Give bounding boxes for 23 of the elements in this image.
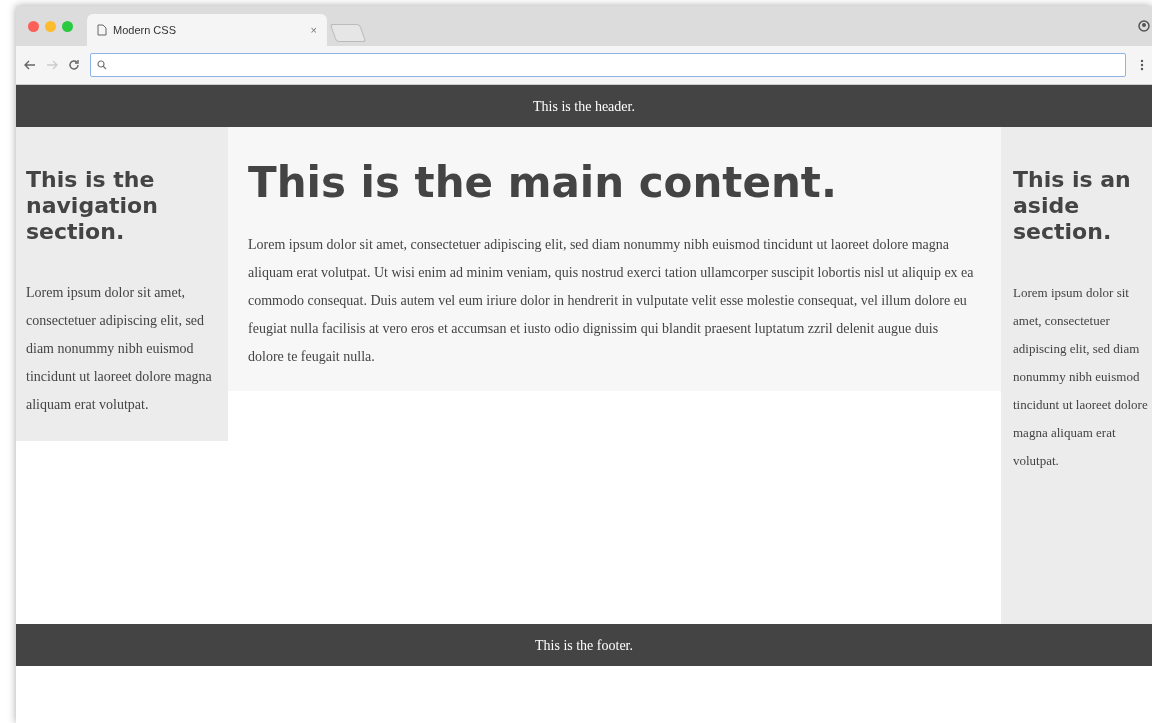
reload-icon[interactable] [68, 59, 80, 71]
page-footer: This is the footer. [16, 624, 1152, 666]
nav-heading: This is the navigation section. [26, 167, 159, 245]
minimize-window-icon[interactable] [45, 20, 56, 32]
main-heading: This is the main content. [248, 157, 838, 209]
aside-heading: This is an aside section. [1013, 167, 1132, 245]
search-icon [97, 60, 107, 70]
nav-paragraph: Lorem ipsum dolor sit amet, consectetuer adipiscing elit, sed diam nonummy nibh euismod tincidunt ut laoreet dolore magna aliquam erat volutpat. [26, 284, 213, 414]
profile-icon[interactable] [1138, 19, 1150, 33]
new-tab-button[interactable] [329, 24, 367, 42]
tab-close[interactable]: × [310, 21, 317, 39]
close-window-icon[interactable] [28, 20, 39, 32]
menu-icon[interactable] [1140, 59, 1144, 71]
maximize-window-icon[interactable] [62, 20, 73, 32]
page-icon [97, 24, 107, 36]
address-bar[interactable] [90, 53, 1126, 77]
page-header: This is the header. [16, 85, 1152, 127]
forward-icon[interactable] [46, 60, 58, 70]
aside-paragraph: Lorem ipsum dolor sit amet, consectetuer adipiscing elit, sed diam nonummy nibh euismod tincidunt ut laoreet dolore magna aliquam erat volutpat. [1013, 284, 1149, 470]
main-paragraph: Lorem ipsum dolor sit amet, consectetuer adipiscing elit, sed diam nonummy nibh euismod tincidunt ut laoreet dolore magna aliquam erat volutpat. Ut wisi enim ad minim veniam, quis nostrud exerci tation ullamcorper suscipit lobortis nisl ut aliquip ex ea commodo consequat. Duis autem vel eum iriure dolor in hendrerit in vulputate velit esse molestie consequat, vel illum dolore eu feugiat nulla facilisis at vero eros et accumsan et iusto odio dignissim qui blandit praesent luptatum zzril delenit augue duis dolore te feugait nulla. [248, 236, 975, 366]
tab-title: Modern CSS [113, 22, 176, 38]
browser-tab[interactable]: Modern CSS × [87, 14, 327, 46]
back-icon[interactable] [24, 60, 36, 70]
